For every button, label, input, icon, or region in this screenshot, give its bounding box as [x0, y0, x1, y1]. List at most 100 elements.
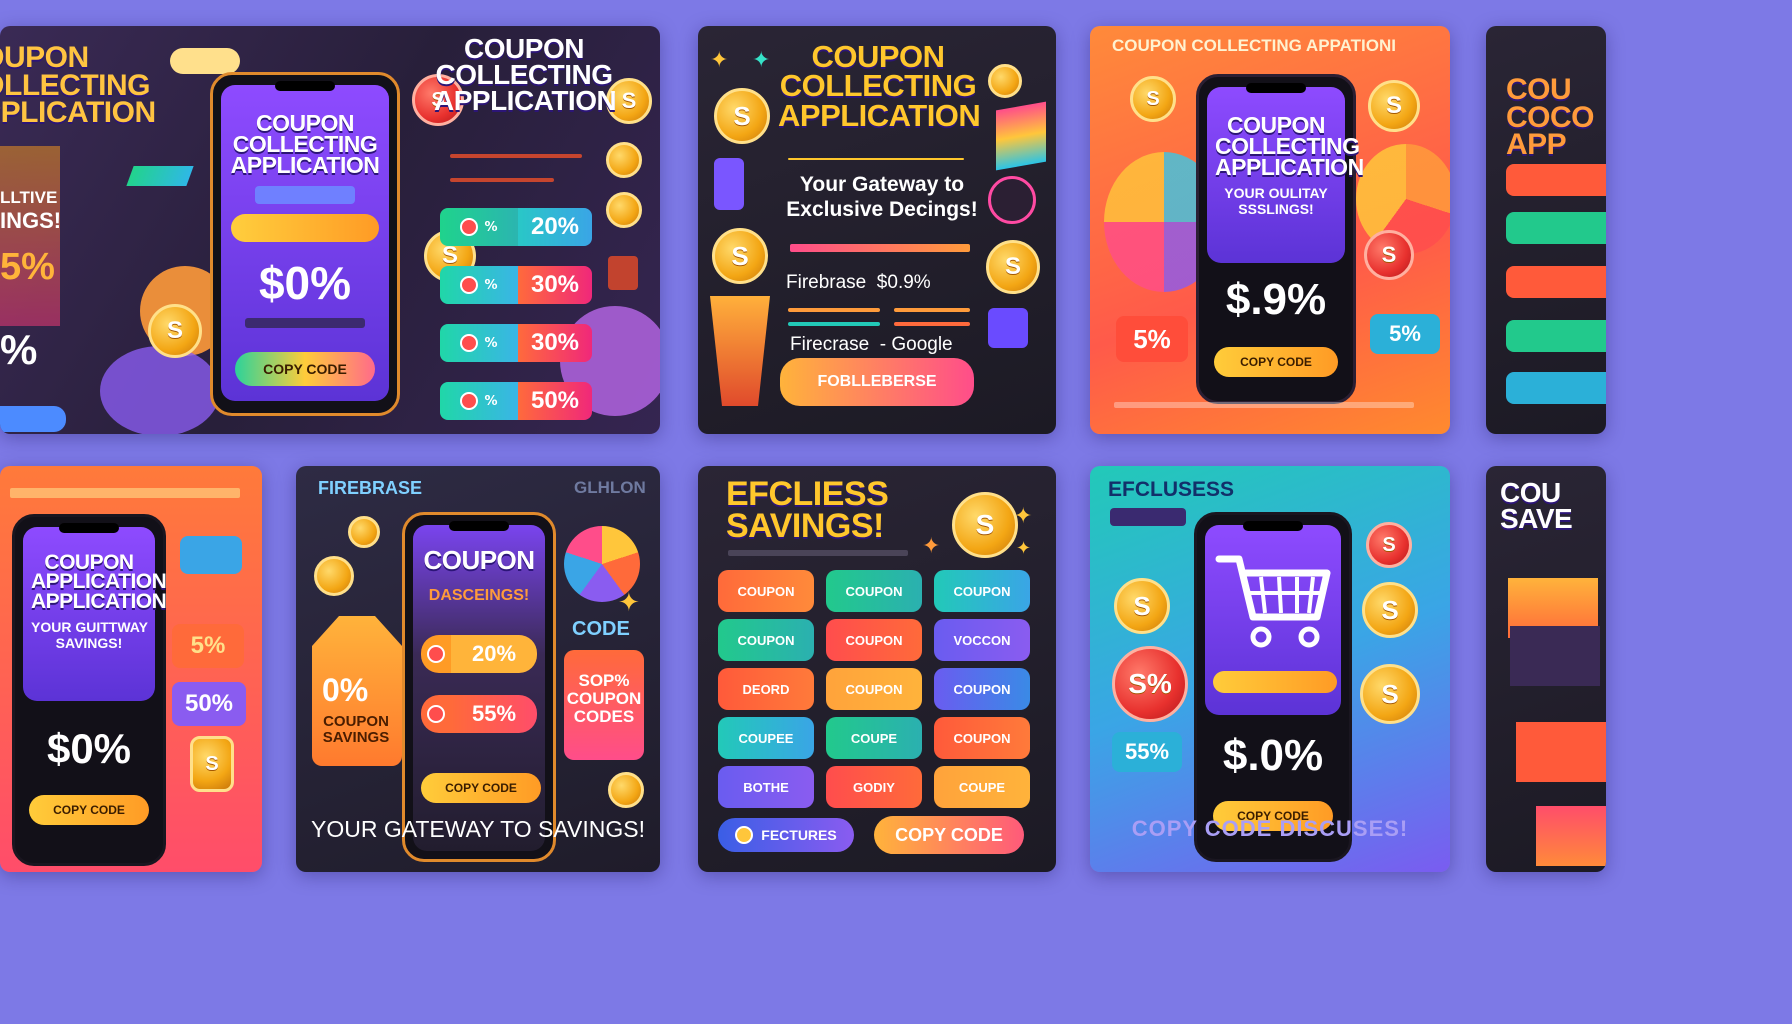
coin-icon: S — [1114, 578, 1170, 634]
discount-value: 20% — [451, 634, 537, 673]
phone-title: COUPON — [423, 545, 535, 575]
discount-row-left: % — [440, 324, 518, 362]
phone-value: $.9% — [1225, 275, 1327, 324]
info-row-1: Firebrase $0.9% — [786, 272, 931, 293]
phone-mockup: $.0% COPY CODE — [1194, 512, 1352, 862]
phone-subtext — [245, 318, 365, 329]
discount-row-left — [421, 634, 451, 673]
side-text-2: INGS! — [0, 208, 62, 233]
cloud-shape — [170, 48, 240, 74]
card-coupon-app-3: COUPON COLLECTING APPATIONI S S S COUPON… — [1090, 26, 1450, 434]
features-button[interactable]: FECTURES — [718, 818, 854, 852]
tag-text: COUPON SAVINGS — [322, 713, 390, 746]
phone-notch — [275, 81, 335, 91]
discount-row[interactable] — [1506, 164, 1606, 196]
coupon-chip[interactable]: COUPE — [826, 717, 922, 759]
right-percent-badge: 50% — [172, 682, 246, 726]
card-coupon-app-6: FIREBRASE GLHLON ✦ 0% COUPON SAVINGS COU… — [296, 466, 660, 872]
discount-row[interactable] — [1506, 212, 1606, 244]
coupon-chip[interactable]: VOCCON — [934, 619, 1030, 661]
coupon-chip[interactable]: COUPON — [718, 570, 814, 612]
sparkle-icon: ✦ — [710, 48, 729, 73]
primary-button[interactable]: FOBLLEBERSE — [780, 358, 974, 406]
coupon-chip[interactable]: COUPON — [934, 668, 1030, 710]
coupon-chip[interactable]: COUPON — [934, 717, 1030, 759]
phone-subtitle: YOUR OULITAY SSSLINGS! — [1224, 185, 1328, 217]
app-icon — [714, 158, 744, 210]
copy-code-button[interactable]: COPY CODE — [421, 772, 541, 803]
discount-row[interactable]: % 50% — [440, 382, 592, 420]
green-ribbon — [126, 166, 194, 186]
discount-row[interactable]: 55% — [421, 694, 537, 733]
purple-blob — [100, 346, 220, 434]
card-header: COUPON COLLECTING APPATIONI — [1112, 36, 1396, 55]
coin-icon — [988, 64, 1022, 98]
coupon-chip[interactable]: COUPON — [826, 570, 922, 612]
copy-code-button[interactable]: COPY CODE — [874, 816, 1024, 854]
phone-notch — [449, 521, 509, 531]
phone-value: $0% — [46, 725, 132, 772]
discount-row[interactable] — [1506, 266, 1606, 298]
discount-row[interactable] — [1506, 372, 1606, 404]
phone-title: COUPON COLLECTING APPLICATION — [230, 110, 380, 179]
coin-icon: S% — [1112, 646, 1188, 722]
discount-row[interactable]: % 30% — [440, 266, 592, 304]
coupon-chip[interactable]: DEORD — [718, 668, 814, 710]
card-title: COUPON COLLECTING APPLICATION — [434, 33, 617, 116]
coupon-chip[interactable]: COUPE — [934, 766, 1030, 808]
right-code-box: SOP% COUPON CODES — [564, 650, 644, 760]
row-line — [894, 308, 970, 312]
coin-icon — [606, 192, 642, 228]
card-title: COU COCO APP — [1506, 73, 1595, 162]
header-line — [10, 488, 240, 498]
coin-icon: S — [1362, 582, 1418, 638]
coupon-chip[interactable]: COUPEE — [718, 717, 814, 759]
coin-icon: S — [1360, 664, 1420, 724]
copy-code-button[interactable]: COPY CODE — [235, 352, 375, 387]
tag-percent: 0% — [322, 672, 369, 708]
side-text-1: LLTIVE — [0, 188, 58, 207]
row-line — [788, 308, 880, 312]
gradient-line — [790, 244, 970, 252]
coupon-chip[interactable]: COUPON — [934, 570, 1030, 612]
phone-screen: COUPON COLLECTING APPLICATION $0% COPY C… — [221, 85, 389, 401]
row-line — [894, 322, 970, 326]
copy-code-button[interactable]: COPY CODE — [29, 795, 149, 825]
sparkle-icon: ✦ — [752, 48, 771, 73]
discount-value: 55% — [451, 694, 537, 733]
coupon-chip[interactable]: GODIY — [826, 766, 922, 808]
percent-icon — [460, 218, 479, 236]
coin-icon — [735, 826, 754, 844]
percent-icon — [460, 276, 479, 294]
phone-value: $.0% — [1222, 731, 1324, 780]
left-gradient-bar — [0, 146, 60, 326]
discount-row[interactable]: % 30% — [440, 324, 592, 362]
coin-icon: S — [1366, 522, 1412, 568]
left-percent-badge: 55% — [1112, 732, 1182, 772]
coin-icon: S — [714, 88, 770, 144]
phone-screen: COUPON APPLICATION APPLICATION YOUR GUIT… — [23, 527, 167, 701]
coupon-chip[interactable]: COUPON — [718, 619, 814, 661]
coupon-chip[interactable]: BOTHE — [718, 766, 814, 808]
percent-icon — [460, 334, 479, 352]
card-coupon-app-9: COU SAVE — [1486, 466, 1606, 872]
phone-screen: COUPON DASCEINGS! 20% 55% COPY CODE — [413, 525, 545, 851]
discount-value: 30% — [518, 324, 592, 362]
copy-code-button[interactable]: COPY CODE — [1214, 347, 1338, 377]
percent-icon — [460, 392, 479, 410]
coupon-chip[interactable]: COUPON — [826, 619, 922, 661]
phone-notch — [59, 523, 119, 533]
small-badge — [1110, 508, 1186, 526]
card-coupon-app-4: COU COCO APP — [1486, 26, 1606, 434]
shopping-cart-icon — [1215, 555, 1331, 648]
card-coupon-app-1: COUPON COLLECTING APPLICATION LLTIVE ING… — [0, 26, 660, 434]
card-coupon-app-5: COUPON APPLICATION APPLICATION YOUR GUIT… — [0, 466, 262, 872]
phone-subtitle: YOUR GUITTWAY SAVINGS! — [31, 618, 148, 652]
coin-icon: S — [148, 304, 202, 358]
discount-row[interactable]: 20% — [421, 634, 537, 673]
coupon-chip[interactable]: COUPON — [826, 668, 922, 710]
discount-row-left: % — [440, 382, 518, 420]
discount-row[interactable]: % 20% — [440, 208, 592, 246]
phone-notch — [1243, 521, 1303, 531]
discount-row[interactable] — [1506, 320, 1606, 352]
